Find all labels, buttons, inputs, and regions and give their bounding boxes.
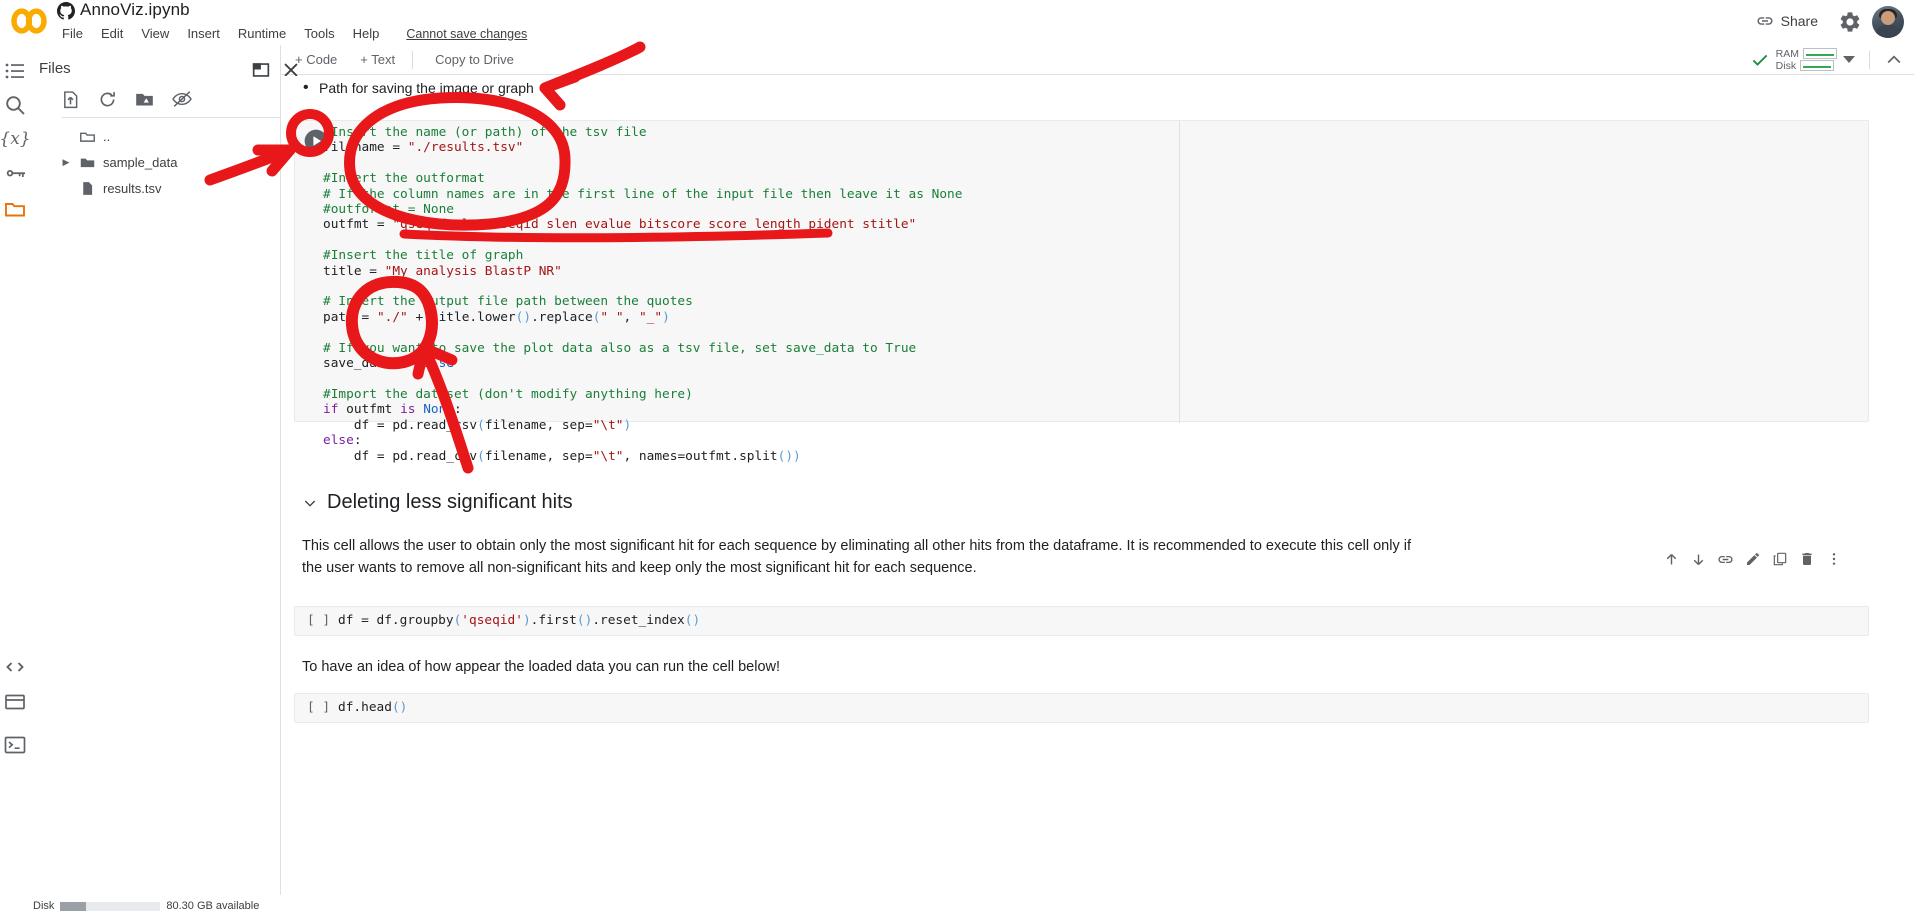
hidden-files-icon[interactable] [171, 88, 193, 110]
resource-meter[interactable]: RAM Disk [1776, 48, 1837, 72]
copy-to-drive-button[interactable]: Copy to Drive [426, 49, 523, 70]
file-entry-parent[interactable]: .. [60, 123, 275, 149]
caret-down-icon[interactable] [1843, 56, 1855, 63]
files-divider [62, 117, 281, 118]
disk-available-text: 80.30 GB available [166, 900, 260, 912]
section-heading: Deleting less significant hits [327, 491, 573, 513]
menu-help[interactable]: Help [344, 23, 389, 44]
code-cell-head[interactable]: [ ] df.head() [294, 693, 1869, 723]
command-palette-icon[interactable] [3, 690, 27, 714]
link-icon [1757, 17, 1773, 25]
cell-run-prompt-2[interactable]: [ ] [307, 700, 330, 715]
folder-up-icon [80, 132, 95, 142]
ram-meter-row: RAM [1776, 48, 1837, 60]
ram-bar [1803, 48, 1837, 59]
file-entry-sample-data[interactable]: ▶ sample_data [60, 149, 275, 175]
files-toolbar [60, 85, 260, 113]
search-icon[interactable] [3, 93, 27, 117]
colab-logo[interactable] [10, 6, 48, 36]
top-header-bar: AnnoViz.ipynb File Edit View Insert Runt… [0, 0, 1914, 45]
terminal-icon[interactable] [3, 733, 27, 757]
markdown-bullet-item: Path for saving the image or graph [303, 79, 534, 97]
disk-meter-label: Disk [1775, 59, 1797, 72]
code-cell-configuration[interactable]: #Insert the name (or path) of the tsv fi… [294, 120, 1869, 464]
notebook-toolbar: + Code + Text Copy to Drive RAM Disk [281, 45, 1914, 75]
toolbar-divider [412, 50, 414, 69]
open-in-new-icon[interactable] [250, 59, 272, 81]
user-avatar[interactable] [1872, 6, 1904, 38]
files-panel-title: Files [39, 60, 71, 77]
avatar-face [1881, 11, 1895, 25]
ram-label: RAM [1775, 47, 1799, 60]
disk-meter-row: Disk [1776, 60, 1837, 72]
upload-icon[interactable] [60, 89, 81, 110]
files-folder-icon[interactable] [3, 197, 27, 221]
gear-icon[interactable] [1838, 10, 1862, 34]
code-snippets-icon[interactable] [3, 655, 27, 679]
table-of-contents-icon[interactable] [3, 59, 27, 83]
cell-run-prompt[interactable]: [ ] [307, 613, 330, 628]
save-status-link[interactable]: Cannot save changes [406, 27, 527, 41]
chevron-up-icon[interactable] [1884, 50, 1904, 70]
expand-triangle-icon[interactable]: ▶ [60, 157, 72, 168]
document-title[interactable]: AnnoViz.ipynb [80, 0, 190, 20]
menu-edit[interactable]: Edit [92, 23, 132, 44]
file-entry-results-tsv[interactable]: results.tsv [60, 175, 275, 201]
toolbar-right-group: RAM Disk [1750, 48, 1914, 72]
disk-status-label: Disk [33, 900, 55, 912]
github-icon[interactable] [57, 2, 75, 20]
share-button[interactable]: Share [1746, 9, 1828, 33]
checkmark-icon[interactable] [1750, 50, 1770, 70]
file-entry-label: .. [103, 128, 111, 144]
menu-view[interactable]: View [132, 23, 178, 44]
file-icon [83, 181, 93, 195]
left-icon-rail: {x} [0, 45, 31, 917]
middle-paragraph: To have an idea of how appear the loaded… [302, 659, 781, 675]
notebook-body: Path for saving the image or graph #Inse… [281, 76, 1914, 917]
files-panel-header: Files [30, 55, 298, 85]
toolbar-divider-2 [1869, 50, 1870, 69]
disk-meter-bar [1800, 60, 1835, 71]
code-cell-source-groupby[interactable]: df = df.groupby('qseqid').first().reset_… [338, 613, 700, 628]
share-label: Share [1780, 13, 1818, 29]
colab-notebook-window: AnnoViz.ipynb File Edit View Insert Runt… [0, 0, 1914, 917]
code-cell-groupby[interactable]: [ ] df = df.groupby('qseqid').first().re… [294, 606, 1869, 636]
menu-runtime[interactable]: Runtime [229, 23, 295, 44]
markdown-heading-row: Deleting less significant hits [294, 491, 1869, 514]
menu-insert[interactable]: Insert [178, 23, 229, 44]
avatar-body [1875, 25, 1901, 38]
refresh-icon[interactable] [97, 89, 118, 110]
menu-bar: File Edit View Insert Runtime Tools Help… [53, 23, 527, 44]
disk-status-bar: Disk 80.30 GB available [0, 895, 281, 917]
files-panel: Files .. ▶ sample_data results.tsv [30, 45, 298, 917]
menu-file[interactable]: File [53, 23, 92, 44]
mount-drive-icon[interactable] [134, 89, 155, 110]
secrets-key-icon[interactable] [3, 161, 27, 185]
chevron-down-icon[interactable] [302, 495, 318, 511]
disk-usage-bar [60, 901, 161, 911]
folder-icon [80, 158, 95, 167]
code-cell-source[interactable]: #Insert the name (or path) of the tsv fi… [323, 125, 1868, 464]
menu-tools[interactable]: Tools [295, 23, 343, 44]
file-entry-label: results.tsv [103, 180, 162, 196]
code-cell-source-head[interactable]: df.head() [338, 700, 407, 715]
file-entry-label: sample_data [103, 154, 178, 170]
section-paragraph: This cell allows the user to obtain only… [302, 538, 1411, 576]
variables-icon[interactable]: {x} [0, 127, 31, 151]
add-text-cell-button[interactable]: + Text [351, 49, 404, 70]
markdown-section-deleting-hits[interactable]: Deleting less significant hits This cell… [294, 491, 1869, 579]
